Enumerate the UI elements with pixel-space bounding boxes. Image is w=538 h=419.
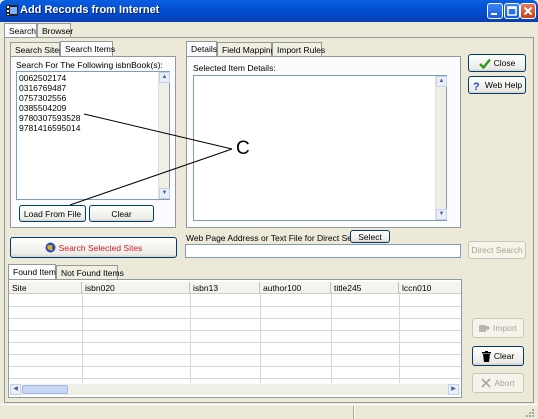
row-divider bbox=[9, 366, 461, 367]
import-button[interactable]: Import bbox=[472, 318, 524, 338]
search-item-line: 9780307593528 bbox=[19, 113, 81, 123]
column-header[interactable]: author100 bbox=[260, 282, 331, 294]
scroll-right-icon[interactable]: ▶ bbox=[448, 384, 459, 395]
search-items-label: Search For The Following isbnBook(s): bbox=[16, 60, 163, 70]
select-file-button[interactable]: Select bbox=[350, 230, 390, 243]
trash-icon bbox=[481, 350, 491, 362]
row-divider bbox=[9, 342, 461, 343]
close-icon bbox=[523, 6, 533, 16]
tab-import-rules[interactable]: Import Rules bbox=[272, 42, 325, 57]
status-bar bbox=[0, 404, 538, 419]
tab-details[interactable]: Details bbox=[186, 41, 217, 57]
details-scrollbar[interactable]: ▲ ▼ bbox=[435, 76, 447, 220]
close-label: Close bbox=[493, 58, 516, 68]
tab-search-sites[interactable]: Search Sites bbox=[10, 42, 63, 57]
tab-search[interactable]: Search bbox=[4, 23, 37, 38]
results-horizontal-scrollbar[interactable]: ◀ ▶ bbox=[10, 384, 460, 395]
search-item-line: 0316769487 bbox=[19, 83, 67, 93]
close-window-button[interactable] bbox=[520, 3, 536, 19]
results-panel: Site isbn020 isbn13 author100 title245 l… bbox=[8, 279, 462, 398]
results-header: Site isbn020 isbn13 author100 title245 l… bbox=[9, 282, 461, 294]
row-divider bbox=[9, 306, 461, 307]
search-item-line: 0385504209 bbox=[19, 103, 67, 113]
scroll-up-icon[interactable]: ▲ bbox=[436, 76, 447, 87]
direct-search-label: Direct Search bbox=[471, 245, 523, 255]
scroll-down-icon[interactable]: ▼ bbox=[159, 188, 170, 199]
abort-icon bbox=[481, 378, 491, 388]
maximize-icon bbox=[507, 6, 517, 16]
row-divider bbox=[9, 354, 461, 355]
title-bar: Add Records from Internet bbox=[0, 0, 538, 22]
search-items-textarea[interactable]: 0062502174 0316769487 0757302556 0385504… bbox=[16, 71, 170, 200]
selected-item-details-label: Selected Item Details: bbox=[193, 63, 276, 73]
search-item-line: 0757302556 bbox=[19, 93, 67, 103]
web-help-button[interactable]: ? Web Help bbox=[468, 76, 526, 94]
search-item-line: 0062502174 bbox=[19, 73, 67, 83]
column-header[interactable]: lccn010 bbox=[399, 282, 461, 294]
minimize-icon bbox=[491, 13, 497, 15]
row-divider bbox=[9, 378, 461, 379]
selected-item-details-textarea[interactable] bbox=[193, 75, 447, 221]
column-divider bbox=[399, 292, 400, 383]
web-help-label: Web Help bbox=[484, 80, 523, 90]
column-divider bbox=[260, 292, 261, 383]
column-divider bbox=[190, 292, 191, 383]
clear-search-items-button[interactable]: Clear bbox=[89, 205, 154, 222]
scroll-up-icon[interactable]: ▲ bbox=[159, 72, 170, 83]
tab-found-items[interactable]: Found Items bbox=[8, 264, 60, 280]
clear-label: Clear bbox=[111, 208, 132, 219]
app-icon bbox=[6, 5, 18, 16]
search-item-line: 9781416595014 bbox=[19, 123, 81, 133]
window-title: Add Records from Internet bbox=[20, 4, 160, 16]
column-header[interactable]: title245 bbox=[331, 282, 399, 294]
select-label: Select bbox=[358, 231, 382, 242]
checkmark-icon bbox=[478, 58, 491, 69]
question-mark-icon: ? bbox=[473, 81, 480, 91]
row-divider bbox=[9, 318, 461, 319]
load-from-file-button[interactable]: Load From File bbox=[19, 205, 86, 222]
tab-field-mapping[interactable]: Field Mapping bbox=[217, 42, 275, 57]
column-header[interactable]: Site bbox=[9, 282, 82, 294]
clear-results-button[interactable]: Clear bbox=[472, 346, 524, 366]
tab-browser[interactable]: Browser bbox=[37, 23, 73, 38]
close-button[interactable]: Close bbox=[468, 54, 526, 72]
annotation-label: C bbox=[236, 138, 250, 159]
import-label: Import bbox=[492, 323, 518, 333]
column-divider bbox=[331, 292, 332, 383]
column-divider bbox=[82, 292, 83, 383]
scroll-left-icon[interactable]: ◀ bbox=[10, 384, 21, 395]
svg-text:?: ? bbox=[473, 81, 480, 91]
scroll-thumb[interactable] bbox=[22, 385, 68, 394]
search-selected-sites-button[interactable]: Search Selected Sites bbox=[10, 237, 177, 258]
search-items-scrollbar[interactable]: ▲ ▼ bbox=[158, 72, 170, 199]
abort-button[interactable]: Abort bbox=[472, 373, 524, 393]
status-divider bbox=[354, 406, 355, 419]
tab-not-found-items[interactable]: Not Found Items bbox=[56, 265, 124, 280]
maximize-button[interactable] bbox=[504, 3, 520, 19]
tab-search-items[interactable]: Search Items bbox=[60, 41, 115, 57]
column-header[interactable]: isbn020 bbox=[82, 282, 190, 294]
web-page-address-input[interactable] bbox=[185, 244, 461, 258]
scroll-down-icon[interactable]: ▼ bbox=[436, 209, 447, 220]
globe-icon bbox=[45, 242, 56, 253]
column-header[interactable]: isbn13 bbox=[190, 282, 260, 294]
import-icon bbox=[478, 325, 490, 332]
direct-search-button[interactable]: Direct Search bbox=[468, 241, 526, 259]
minimize-button[interactable] bbox=[487, 3, 503, 19]
abort-label: Abort bbox=[494, 378, 515, 388]
row-divider bbox=[9, 330, 461, 331]
clear-results-label: Clear bbox=[493, 351, 515, 361]
search-selected-sites-label: Search Selected Sites bbox=[58, 242, 143, 253]
resize-grip-icon[interactable] bbox=[524, 407, 535, 418]
load-from-file-label: Load From File bbox=[23, 208, 82, 219]
web-page-address-label: Web Page Address or Text File for Direct… bbox=[186, 233, 371, 243]
